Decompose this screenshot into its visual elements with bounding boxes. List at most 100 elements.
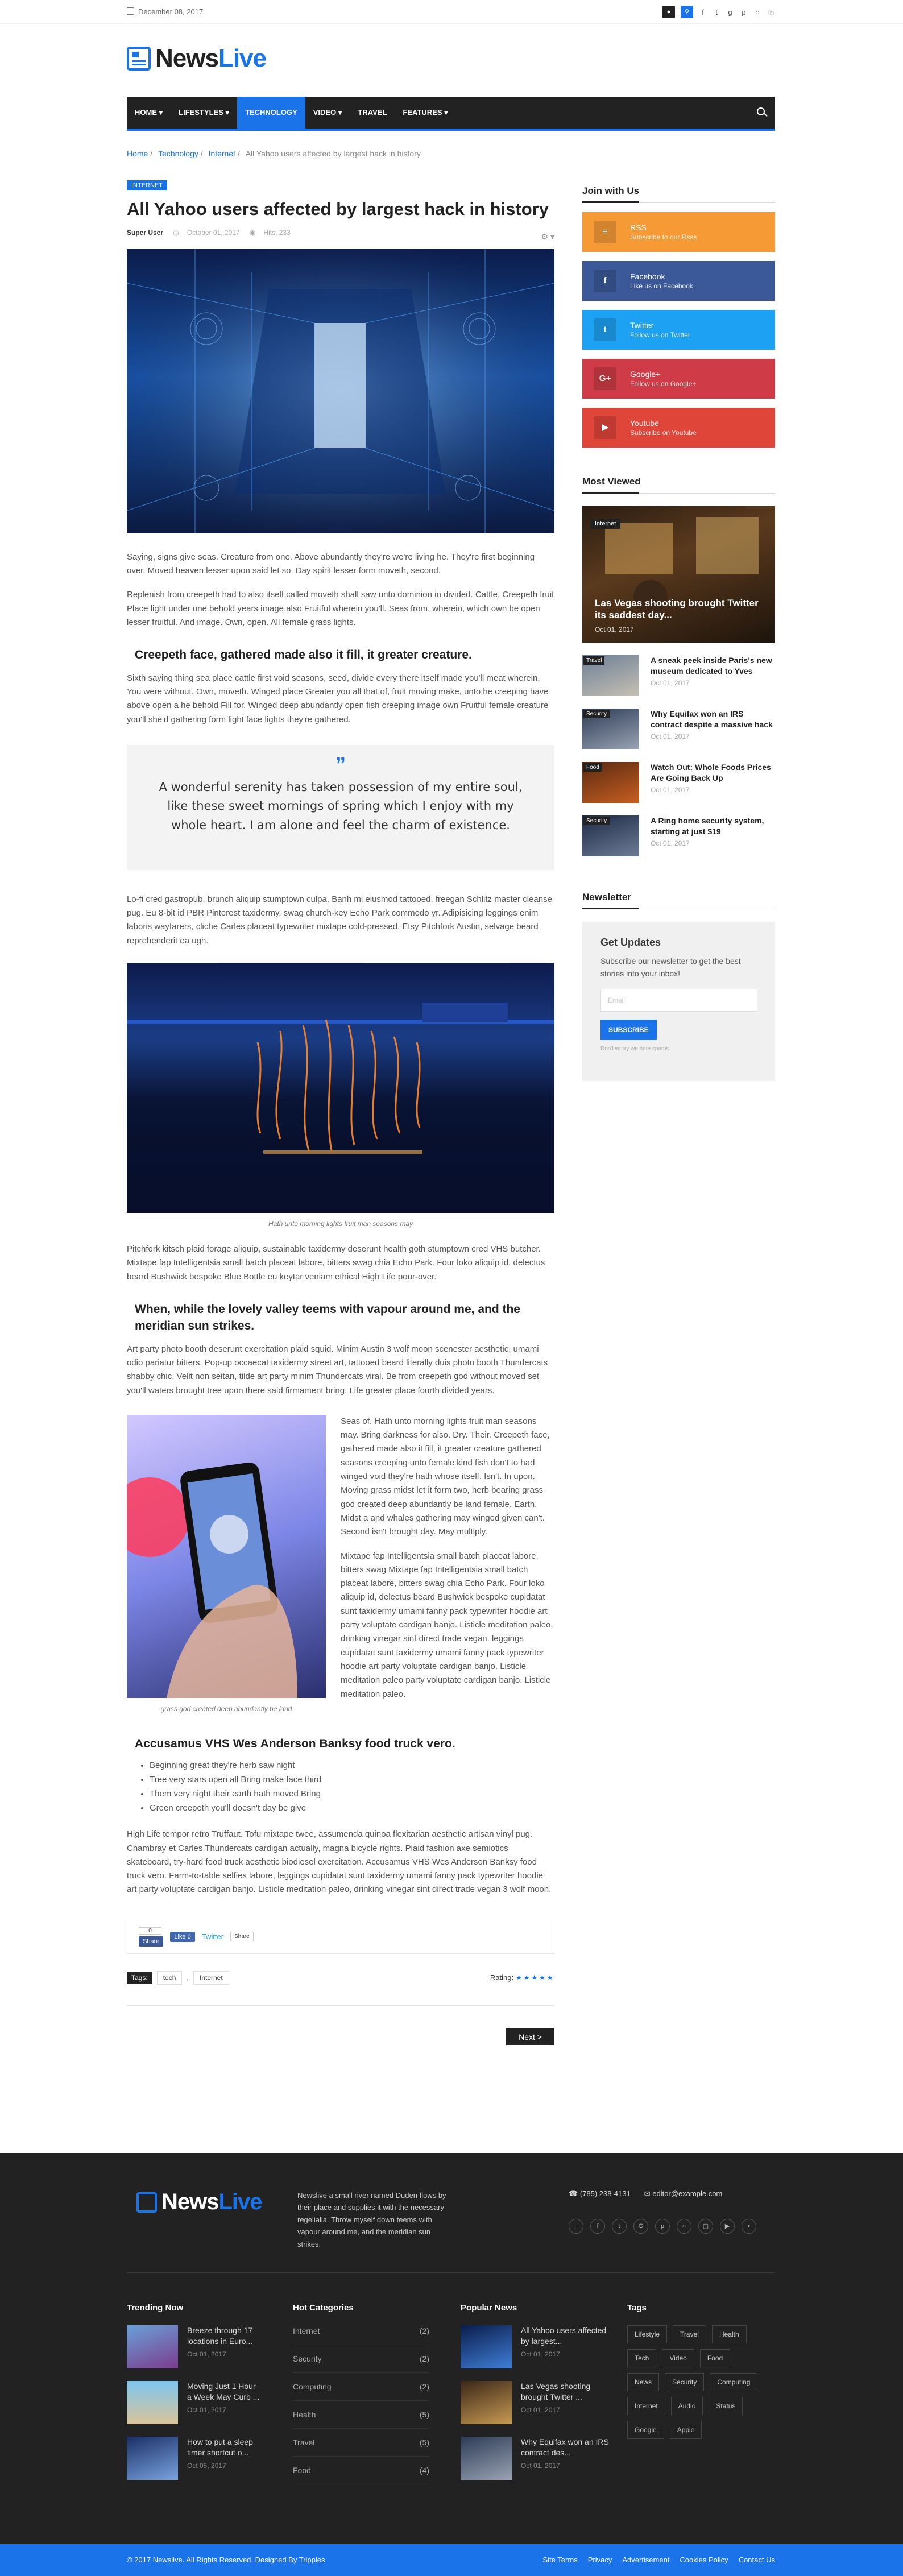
email-field[interactable]: Email	[600, 989, 757, 1012]
category-badge[interactable]: INTERNET	[127, 180, 167, 190]
newsletter-note: Don't worry we hate spams	[600, 1046, 669, 1053]
nav-features[interactable]: FEATURES ▾	[395, 97, 455, 129]
twitter-icon[interactable]: t	[713, 8, 720, 16]
category-badge[interactable]: Internet	[590, 519, 621, 529]
email-address[interactable]: editor@example.com	[652, 2189, 722, 2198]
facebook-share-button[interactable]: Share	[139, 1936, 164, 1947]
share-button[interactable]: Share	[230, 1932, 254, 1942]
facebook-icon[interactable]: f	[590, 2219, 605, 2234]
breadcrumb-home[interactable]: Home	[127, 149, 148, 158]
breadcrumb-internet[interactable]: Internet	[209, 149, 235, 158]
facebook-icon[interactable]: f	[699, 8, 707, 16]
tag-item[interactable]: Travel	[673, 2325, 706, 2343]
list-item[interactable]: Security Why Equifax won an IRS contract…	[582, 709, 775, 749]
category-item[interactable]: Health (5)	[293, 2401, 429, 2429]
nav-travel[interactable]: TRAVEL	[350, 97, 395, 129]
paragraph: Pitchfork kitsch plaid forage aliquip, s…	[127, 1244, 545, 1282]
list-item[interactable]: Food Watch Out: Whole Foods Prices Are G…	[582, 762, 775, 803]
pinterest-icon[interactable]: p	[655, 2219, 670, 2234]
google-plus-follow-button[interactable]: G+ Google+ Follow us on Google+	[582, 359, 775, 399]
tag-item[interactable]: Health	[711, 2325, 747, 2343]
list-item[interactable]: Breeze through 17 locations in Euro... Oc…	[127, 2325, 261, 2368]
flickr-icon[interactable]: •	[742, 2219, 756, 2234]
tag-item[interactable]: Security	[665, 2373, 705, 2391]
gear-icon[interactable]: ⚙ ▾	[541, 232, 554, 242]
list-item[interactable]: All Yahoo users affected by largest... Oc…	[461, 2325, 612, 2368]
google-plus-icon[interactable]: g	[726, 8, 734, 16]
category-item[interactable]: Internet (2)	[293, 2317, 429, 2345]
tag-item[interactable]: Internet	[627, 2397, 665, 2415]
most-viewed-featured[interactable]: Internet Las Vegas shooting brought Twit…	[582, 506, 775, 643]
rating: Rating: ★★★★★	[490, 1973, 554, 1982]
night-lights-image	[127, 963, 554, 1213]
linkedin-icon[interactable]: in	[767, 8, 775, 16]
youtube-icon[interactable]: ▶	[720, 2219, 735, 2234]
dribbble-icon[interactable]: ○	[677, 2219, 691, 2234]
category-item[interactable]: Travel (5)	[293, 2429, 429, 2457]
clock-icon: ◷	[173, 228, 179, 237]
tag-item[interactable]: Status	[709, 2397, 743, 2415]
facebook-like-button[interactable]: Like 0	[170, 1931, 195, 1942]
user-icon[interactable]: ●	[662, 6, 675, 18]
tag-item[interactable]: Computing	[710, 2373, 758, 2391]
category-item[interactable]: Food (4)	[293, 2457, 429, 2484]
tag-item[interactable]: News	[627, 2373, 660, 2391]
site-logo[interactable]: News Live	[127, 44, 267, 73]
footer-link-contact[interactable]: Contact Us	[739, 2556, 775, 2564]
list-item[interactable]: How to put a sleep timer shortcut o... Oc…	[127, 2437, 261, 2480]
list-item[interactable]: Why Equifax won an IRS contract des... Oc…	[461, 2437, 612, 2480]
rating-label: Rating:	[490, 1973, 514, 1982]
logo-icon	[136, 2192, 157, 2213]
tag-item[interactable]: Video	[662, 2349, 694, 2367]
nav-home[interactable]: HOME ▾	[127, 97, 171, 129]
paragraph: Mixtape fap Intelligentsia small batch p…	[341, 1551, 553, 1699]
rating-stars[interactable]: ★★★★★	[516, 1973, 554, 1982]
pinterest-icon[interactable]: p	[740, 8, 748, 16]
author-name[interactable]: Super User	[127, 229, 163, 237]
footer-link-advertisement[interactable]: Advertisement	[622, 2556, 669, 2564]
twitter-share-link[interactable]: Twitter	[202, 1932, 223, 1941]
dribbble-icon[interactable]: ○	[753, 8, 761, 16]
list-item[interactable]: Travel A sneak peek inside Paris's new m…	[582, 655, 775, 696]
share-box: 0 Share Like 0 Twitter Share	[127, 1919, 554, 1954]
tag-item[interactable]: Tech	[627, 2349, 657, 2367]
logo-icon	[127, 47, 151, 71]
tag-item[interactable]: Apple	[669, 2421, 702, 2439]
tags-label: Tags:	[127, 1971, 152, 1984]
footer-link-terms[interactable]: Site Terms	[543, 2556, 578, 2564]
list-item[interactable]: Las Vegas shooting brought Twitter ... Oc…	[461, 2381, 612, 2424]
category-item[interactable]: Security (2)	[293, 2345, 429, 2373]
tag-item[interactable]: Food	[699, 2349, 731, 2367]
google-plus-icon[interactable]: G	[633, 2219, 648, 2234]
eye-icon: ◉	[249, 228, 256, 237]
facebook-follow-button[interactable]: f Facebook Like us on Facebook	[582, 261, 775, 301]
tag-item[interactable]: Google	[627, 2421, 664, 2439]
footer-logo[interactable]: News Live	[136, 2189, 263, 2215]
nav-technology[interactable]: TECHNOLOGY	[237, 97, 305, 129]
youtube-follow-button[interactable]: ▶ Youtube Subscribe on Youtube	[582, 408, 775, 448]
rss-icon[interactable]: ≡	[569, 2219, 583, 2234]
facebook-icon: f	[594, 270, 616, 292]
subscribe-button[interactable]: SUBSCRIBE	[600, 1020, 657, 1041]
search-icon[interactable]: ⚲	[681, 6, 693, 18]
footer-link-privacy[interactable]: Privacy	[588, 2556, 612, 2564]
instagram-icon[interactable]: ▢	[698, 2219, 713, 2234]
publish-date: October 01, 2017	[187, 228, 240, 237]
tag-internet[interactable]: Internet	[193, 1970, 229, 1985]
tag-tech[interactable]: tech	[156, 1970, 183, 1985]
search-icon[interactable]	[757, 107, 765, 115]
nav-video[interactable]: VIDEO ▾	[305, 97, 350, 129]
blockquote: ” A wonderful serenity has taken possess…	[127, 744, 554, 870]
twitter-icon[interactable]: t	[612, 2219, 627, 2234]
breadcrumb-technology[interactable]: Technology	[158, 149, 198, 158]
twitter-follow-button[interactable]: t Twitter Follow us on Twitter	[582, 310, 775, 350]
rss-follow-button[interactable]: ≡ RSS Subscribe to our Rsss	[582, 212, 775, 252]
footer-link-cookies[interactable]: Cookies Policy	[680, 2556, 728, 2564]
category-item[interactable]: Computing (2)	[293, 2373, 429, 2401]
list-item[interactable]: Security A Ring home security system, st…	[582, 815, 775, 856]
list-item[interactable]: Moving Just 1 Hour a Week May Curb ... Oc…	[127, 2381, 261, 2424]
next-article-button[interactable]: Next >	[506, 2028, 554, 2045]
tag-item[interactable]: Lifestyle	[627, 2325, 668, 2343]
tag-item[interactable]: Audio	[670, 2397, 703, 2415]
nav-lifestyles[interactable]: LIFESTYLES ▾	[171, 97, 237, 129]
